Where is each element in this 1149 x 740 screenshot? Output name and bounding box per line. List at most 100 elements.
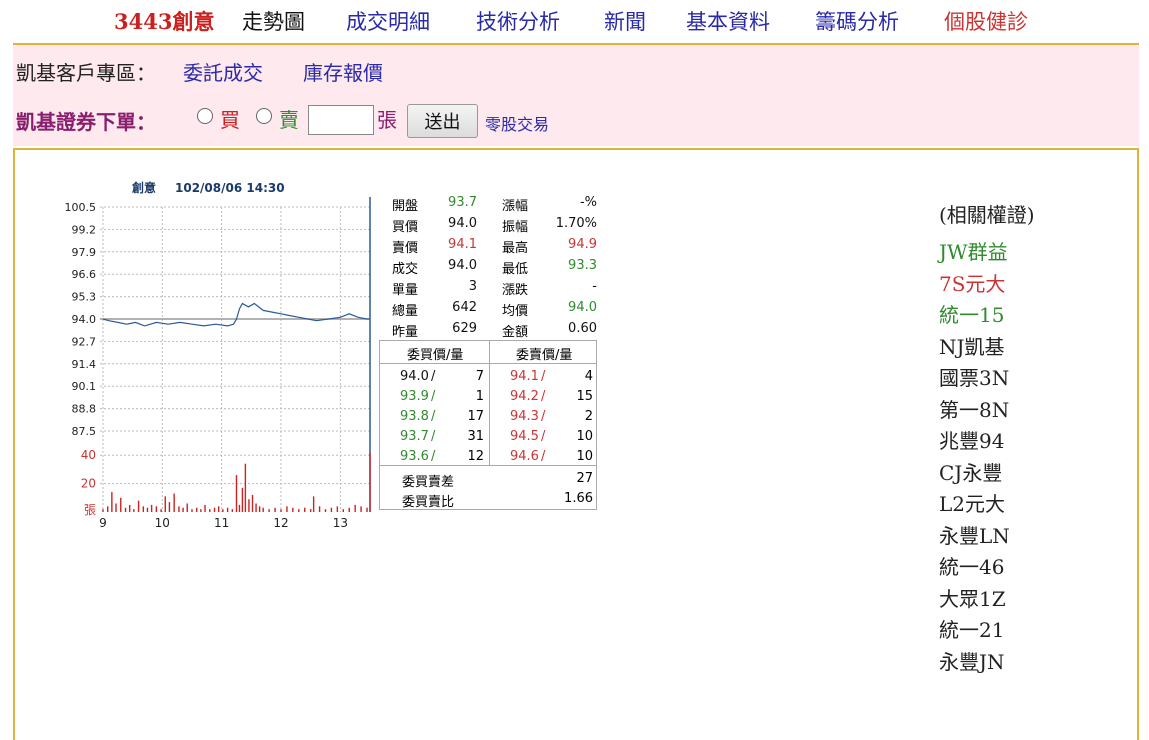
volume-bar [354,504,356,512]
volume-bar [146,507,149,512]
quote-label: 最高 [502,241,529,256]
quote-value: 94.0 [448,216,477,231]
quote-value: 94.0 [568,300,597,315]
quote-label: 總量 [392,304,419,319]
volume-bar [318,506,321,512]
price-tick-label: 96.6 [72,268,97,281]
warrant-link[interactable]: JW群益 [939,236,1008,265]
warrant-link[interactable]: 統一15 [939,299,1004,328]
order-label: 凱基證券下單： [16,110,156,134]
bid-qty: 31 [467,429,484,444]
top-nav: 3443創意 走勢圖 成交明細 技術分析 新聞 基本資料 籌碼分析 個股健診 [0,0,1149,40]
bid-price: 93.6 [400,449,429,464]
summary-value: 1.66 [564,491,593,506]
nav-chip-analysis[interactable]: 籌碼分析 [815,6,899,36]
quote-value: 93.7 [448,195,477,210]
volume-bar [209,509,211,512]
ask-qty: 2 [584,409,593,424]
price-tick-label: 88.8 [72,403,97,416]
time-tick-label: 12 [273,516,288,530]
price-tick-label: 100.5 [65,201,97,214]
buy-radio[interactable] [197,108,213,124]
buy-label[interactable]: 買 [220,104,240,133]
volume-bar [280,509,282,512]
nav-technical-analysis[interactable]: 技術分析 [476,6,560,36]
warrants-title: (相關權證) [939,203,1035,227]
warrant-link[interactable]: NJ凱基 [939,331,1005,360]
volume-bar [336,506,339,512]
volume-bar [292,507,294,512]
warrant-link[interactable]: 大眾1Z [939,583,1006,612]
bid-price: 93.7 [400,429,429,444]
quote-value: 94.0 [448,258,477,273]
volume-bar [241,487,244,512]
warrant-link[interactable]: 統一46 [939,551,1004,580]
volume-bar [268,509,270,512]
nav-trend-chart[interactable]: 走勢圖 [242,6,305,36]
summary-label: 委買賣差 [402,475,455,490]
nav-stock-code[interactable]: 3443創意 [114,6,214,36]
quote-label: 均價 [502,304,529,319]
price-tick-label: 95.3 [72,291,97,304]
volume-bar [115,503,117,512]
volume-tick-label: 張 [84,503,96,517]
volume-bar [204,504,206,512]
order-book: 委買價/量 委賣價/量 94.0 / 7 94.1 / 4 93.9 / 1 9… [379,340,597,510]
volume-bar [231,509,234,512]
quote-value: 93.3 [568,258,597,273]
inventory-link[interactable]: 庫存報價 [303,57,383,86]
order-book-divider [489,363,490,465]
nav-trade-details[interactable]: 成交明細 [346,6,430,36]
volume-bar [312,496,315,512]
customer-panel: 凱基客戶專區： 委託成交 庫存報價 凱基證券下單： 買 賣 張 送出 零股交易 [13,45,1139,146]
volume-bar [262,507,264,512]
volume-bar [186,503,188,512]
volume-bar [238,504,241,512]
warrant-link[interactable]: 第一8N [939,394,1009,423]
volume-bar [168,502,171,512]
intraday-chart: 創意 102/08/06 14:30 100.5 99.2 97.9 96.6 95.3… [65,180,371,530]
volume-bar [235,475,238,512]
quote-value: 629 [452,321,477,336]
volume-bar [111,492,113,512]
quote-value: 1.70% [555,216,597,231]
quote-label: 昨量 [392,325,419,340]
volume-tick-label: 40 [81,448,96,462]
volume-bar [160,509,162,512]
nav-stock-checkup[interactable]: 個股健診 [944,6,1028,36]
time-tick-label: 13 [333,516,348,530]
warrant-link[interactable]: 永豐LN [939,520,1010,549]
ask-price: 94.6 [510,449,539,464]
unit-label: 張 [377,108,397,132]
ask-price: 94.2 [510,389,539,404]
price-tick-label: 87.5 [72,425,97,438]
warrant-link[interactable]: 國票3N [939,362,1009,391]
price-tick-label: 92.7 [72,335,97,348]
warrant-link[interactable]: 統一21 [939,614,1004,643]
quantity-input[interactable] [308,105,374,135]
warrant-link[interactable]: L2元大 [939,488,1005,517]
quote-value: 642 [452,300,477,315]
volume-bar [120,497,122,512]
quote-value: 0.60 [568,321,597,336]
nav-news[interactable]: 新聞 [604,6,646,36]
volume-bar [274,507,276,512]
chart-datetime: 102/08/06 14:30 [175,181,285,195]
warrant-link[interactable]: 永豐JN [939,646,1005,675]
warrant-link[interactable]: CJ永豐 [939,457,1002,486]
time-tick-label: 10 [155,516,170,530]
chart-grid [100,197,371,512]
ask-sep: / [541,409,546,424]
volume-bar [217,506,220,512]
odd-lot-link[interactable]: 零股交易 [485,111,549,135]
sell-radio[interactable] [256,108,272,124]
ask-price: 94.1 [510,369,539,384]
sell-label[interactable]: 賣 [279,104,299,133]
submit-button[interactable]: 送出 [407,104,478,138]
warrant-link[interactable]: 7S元大 [939,268,1005,297]
orders-link[interactable]: 委託成交 [183,57,263,86]
warrant-link[interactable]: 兆豐94 [939,425,1004,454]
quote-label: 開盤 [392,199,419,214]
quote-label: 買價 [392,220,419,235]
nav-basic-info[interactable]: 基本資料 [686,6,770,36]
